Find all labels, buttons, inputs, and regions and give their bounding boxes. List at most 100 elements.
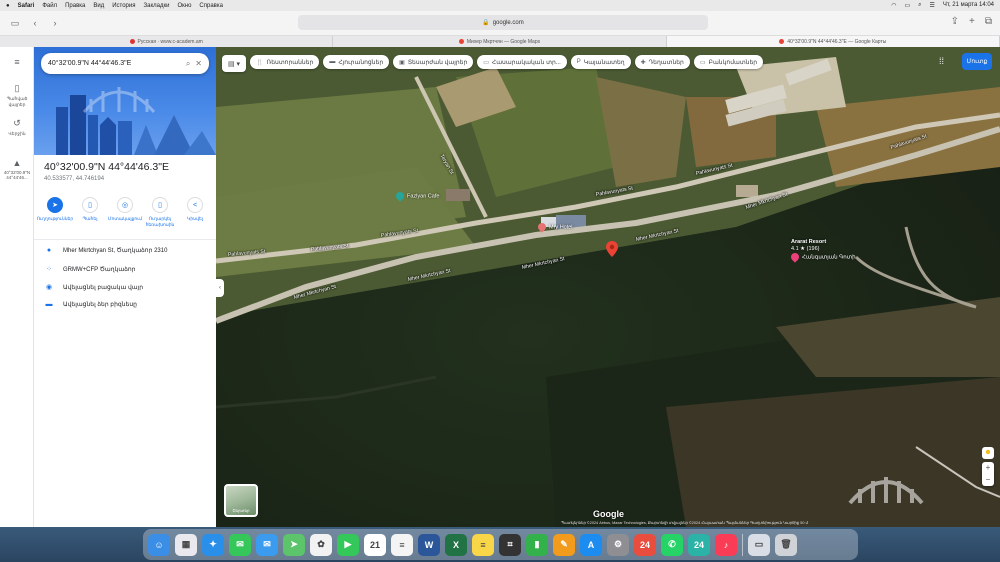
address-row[interactable]: ● Mher Mkrtchyan St, Ծաղկաձոր 2310 <box>44 247 209 254</box>
place-decimal-coords[interactable]: 40.533577, 44.746194 <box>44 176 104 182</box>
sidebar-toggle-icon[interactable]: ▭ <box>8 16 22 30</box>
app24-icon[interactable]: 24 <box>688 533 710 556</box>
sign-in-button[interactable]: Մուտք <box>962 53 992 70</box>
control-center-icon[interactable]: ☰ <box>929 2 934 9</box>
layers-toggle[interactable]: Շերտեր <box>224 484 258 517</box>
hotel-icon: ▬ <box>329 59 336 65</box>
chip-restaurants[interactable]: 🍴 Ռեստորաններ <box>250 55 320 69</box>
new-tab-icon[interactable]: + <box>969 16 975 27</box>
layers-menu-button[interactable]: ▤ ▾ <box>222 55 246 72</box>
launchpad-icon[interactable]: ▦ <box>175 533 197 556</box>
whatsapp-icon[interactable]: ✆ <box>661 533 683 556</box>
trash-icon[interactable]: 🗑 <box>775 533 797 556</box>
share-browser-icon[interactable]: ⇪ <box>951 16 959 27</box>
menu-item-help[interactable]: Справка <box>199 3 223 9</box>
apple-icon[interactable]: ● <box>6 3 10 9</box>
directions-button[interactable]: ➤ Ուղղություններ <box>37 197 73 228</box>
history-icon: ↺ <box>13 117 21 128</box>
action-label: Մոտակայքում <box>107 216 143 221</box>
tab-1[interactable]: Русская · www.c-academ.am <box>0 36 334 47</box>
messages-icon[interactable]: ✉ <box>229 533 251 556</box>
notes-icon[interactable]: ≡ <box>472 533 494 556</box>
poi-cafe[interactable]: Fazlyan Cafe <box>394 190 439 202</box>
chip-label: Հասարակական տր... <box>491 59 561 66</box>
menu-item-file[interactable]: Файл <box>42 3 57 9</box>
chip-atms[interactable]: ▭ Բանկոմատներ <box>693 55 764 69</box>
preview-icon[interactable]: ▭ <box>748 533 770 556</box>
chip-pharmacies[interactable]: ✚ Դեղատներ <box>634 55 690 69</box>
pages-icon[interactable]: ✎ <box>553 533 575 556</box>
wifi-icon[interactable]: ◠ <box>891 2 896 9</box>
share-button[interactable]: < Կիսվել <box>180 197 210 228</box>
safari-icon[interactable]: ✦ <box>202 533 224 556</box>
add-business-row[interactable]: ▬ Ավելացնել ձեր բիզնեսը <box>44 301 209 308</box>
watermark-logo-icon <box>82 87 156 113</box>
menu-item-app[interactable]: Safari <box>18 3 35 9</box>
menu-item-history[interactable]: История <box>112 3 135 9</box>
save-button[interactable]: ▯ Պահել <box>75 197 105 228</box>
finder-icon[interactable]: ☺ <box>148 533 170 556</box>
reminders-icon[interactable]: ≡ <box>391 533 413 556</box>
chip-attractions[interactable]: ▣ Տեսարժան վայրեր <box>393 55 474 69</box>
tab-bar: Русская · www.c-academ.am Михер Мкртчян … <box>0 36 1000 47</box>
tab-2[interactable]: Михер Мкртчян — Google Maps <box>333 36 667 47</box>
tab-3[interactable]: 40°32'00.9"N 44°44'46.3"E — Google Карты <box>666 36 1000 47</box>
dropped-pin-marker-icon[interactable] <box>606 241 618 257</box>
chip-label: Հյուրանոցներ <box>338 59 384 66</box>
settings-icon[interactable]: ⚙ <box>607 533 629 556</box>
chip-parking[interactable]: P Կայանատեղ <box>570 55 631 69</box>
word-icon[interactable]: W <box>418 533 440 556</box>
menubar-clock[interactable]: Чт, 21 марта 14:04 <box>943 2 994 9</box>
place-title: 40°32'00.9"N 44°44'46.3"E <box>44 161 169 173</box>
rail-recent[interactable]: ↺ Վերջին <box>0 111 34 143</box>
numbers-icon[interactable]: ▮ <box>526 533 548 556</box>
maps-icon[interactable]: ➤ <box>283 533 305 556</box>
menu-item-edit[interactable]: Правка <box>65 3 85 9</box>
poi-hotel[interactable]: Mry Hotel <box>536 221 573 233</box>
menu-item-view[interactable]: Вид <box>93 3 104 9</box>
zoom-out-button[interactable]: − <box>982 474 994 486</box>
hotel-pin-icon <box>536 221 548 233</box>
add-place-row[interactable]: ◉ Ավելացնել բացակա վայր <box>44 283 209 291</box>
rail-saved[interactable]: ▯ Պահված վայրեր <box>0 79 34 111</box>
calendar-icon[interactable]: 21 <box>364 533 386 556</box>
close-icon[interactable]: ✕ <box>195 59 202 68</box>
divider <box>34 239 216 240</box>
google-logo: Google <box>593 509 624 519</box>
appstore-icon[interactable]: A <box>580 533 602 556</box>
rail-menu[interactable]: ≡ <box>0 47 34 79</box>
zoom-in-button[interactable]: + <box>982 462 994 474</box>
chip-transit[interactable]: ▭ Հասարակական տր... <box>477 55 567 69</box>
excel-icon[interactable]: X <box>445 533 467 556</box>
search-menu-icon[interactable]: ⌕ <box>918 2 921 9</box>
chip-label: Կայանատեղ <box>583 59 625 66</box>
plus-code-icon: ⁘ <box>46 266 52 273</box>
forward-icon[interactable]: › <box>48 16 62 30</box>
back-icon[interactable]: ‹ <box>28 16 42 30</box>
google-apps-icon[interactable]: ⁞⁞ <box>939 56 951 68</box>
collapse-panel-button[interactable]: ‹ <box>216 279 224 297</box>
photos-icon[interactable]: ✿ <box>310 533 332 556</box>
music-icon[interactable]: ♪ <box>715 533 737 556</box>
facetime-icon[interactable]: ▶ <box>337 533 359 556</box>
rail-place[interactable]: ▲ 40°32'00.9"N 44°44'46... <box>0 153 34 185</box>
news24-icon[interactable]: 24 <box>634 533 656 556</box>
cafe-pin-icon <box>394 190 406 202</box>
search-input[interactable]: 40°32'00.9"N 44°44'46.3"E ⌕ ✕ <box>41 53 209 74</box>
plus-code-row[interactable]: ⁘ GRMW+CFP Ծաղկաձոր <box>44 265 209 273</box>
map-canvas[interactable]: ▤ ▾ 🍴 Ռեստորաններ ▬ Հյուրանոցներ ▣ Տեսարժան… <box>216 47 1000 527</box>
search-icon[interactable]: ⌕ <box>186 59 190 69</box>
menu-item-bookmarks[interactable]: Закладки <box>144 3 170 9</box>
address-bar[interactable]: 🔒 google.com <box>298 15 708 30</box>
tab-overview-icon[interactable]: ⧉ <box>985 16 992 27</box>
street-view-pegman-icon[interactable]: ☻ <box>982 447 994 459</box>
send-to-phone-button[interactable]: ▯ Ուղարկել հեռախոսին <box>145 197 175 228</box>
browser-toolbar: ▭ ‹ › 🔒 google.com ⇪ + ⧉ <box>0 11 1000 36</box>
poi-ararat-resort[interactable]: Ararat Resort 4.1 ★ (196) Հանգստյան Գոտի <box>789 239 856 263</box>
nearby-button[interactable]: ◎ Մոտակայքում <box>107 197 143 228</box>
calculator-icon[interactable]: ⌗ <box>499 533 521 556</box>
battery-icon[interactable]: ▭ <box>904 2 910 9</box>
menu-item-window[interactable]: Окно <box>177 3 191 9</box>
mail-icon[interactable]: ✉ <box>256 533 278 556</box>
chip-hotels[interactable]: ▬ Հյուրանոցներ <box>323 55 390 69</box>
